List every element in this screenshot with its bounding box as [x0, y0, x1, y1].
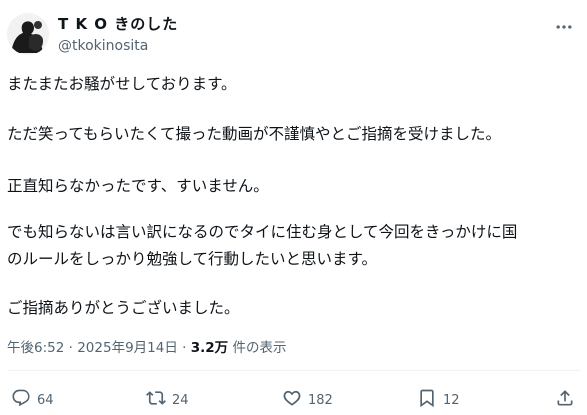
retweet-button[interactable]: 24 — [146, 388, 189, 412]
post-line: ただ笑ってもらいたくて撮った動画が不謹慎やとご指摘を受けました。 — [7, 125, 501, 143]
view-count-label: 件の表示 — [232, 340, 287, 356]
bookmark-button[interactable]: 12 — [417, 388, 460, 412]
reply-button[interactable]: 64 — [11, 388, 54, 412]
more-icon[interactable] — [552, 17, 576, 37]
display-name[interactable]: T K O きのした — [58, 14, 178, 34]
meta-separator: · — [68, 340, 73, 356]
retweet-icon — [146, 388, 166, 412]
post-line: でも知らないは言い訳になるのでタイに住む身として今回をきっかけに国 — [7, 223, 518, 241]
meta-separator: · — [182, 340, 187, 356]
like-button[interactable]: 182 — [282, 388, 333, 412]
user-handle[interactable]: @tkokinosita — [58, 36, 178, 56]
post-time[interactable]: 午後6:52 — [7, 340, 64, 356]
reply-count: 64 — [37, 392, 54, 408]
bookmark-icon — [417, 388, 437, 412]
post-date[interactable]: 2025年9月14日 — [77, 340, 178, 356]
post-line: のルールをしっかり勉強して行動したいと思います。 — [7, 250, 377, 268]
share-button[interactable] — [555, 388, 575, 412]
bookmark-count: 12 — [443, 392, 460, 408]
divider — [7, 370, 580, 371]
retweet-count: 24 — [172, 392, 189, 408]
action-bar: 64 24 182 12 — [7, 388, 580, 412]
post-meta: 午後6:52 · 2025年9月14日 · 3.2万 件の表示 — [7, 338, 286, 358]
post-line: ご指摘ありがとうございました。 — [7, 299, 240, 317]
share-icon — [555, 388, 575, 412]
reply-icon — [11, 388, 31, 412]
view-count[interactable]: 3.2万 — [191, 340, 228, 356]
post-line: 正直知らなかったです、すいません。 — [7, 177, 269, 195]
like-icon — [282, 388, 302, 412]
post-header: T K O きのした @tkokinosita — [7, 13, 580, 61]
author-names: T K O きのした @tkokinosita — [58, 14, 178, 56]
avatar[interactable] — [7, 13, 49, 55]
like-count: 182 — [308, 392, 333, 408]
post-line: またまたお騒がせしております。 — [7, 75, 237, 93]
